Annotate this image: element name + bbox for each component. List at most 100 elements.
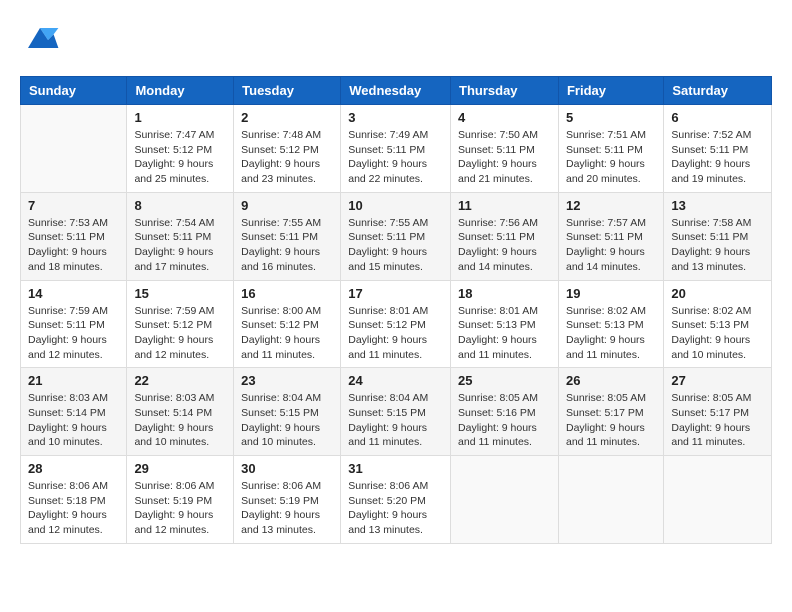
day-cell: 10 Sunrise: 7:55 AMSunset: 5:11 PMDayligh… [341, 192, 451, 280]
day-info: Sunrise: 7:48 AMSunset: 5:12 PMDaylight:… [241, 128, 333, 187]
day-number: 23 [241, 373, 333, 388]
day-number: 16 [241, 286, 333, 301]
day-number: 17 [348, 286, 443, 301]
day-number: 1 [134, 110, 226, 125]
header-sunday: Sunday [21, 77, 127, 105]
day-number: 31 [348, 461, 443, 476]
day-cell: 9 Sunrise: 7:55 AMSunset: 5:11 PMDaylight… [234, 192, 341, 280]
day-info: Sunrise: 8:04 AMSunset: 5:15 PMDaylight:… [241, 391, 333, 450]
day-number: 22 [134, 373, 226, 388]
day-cell: 15 Sunrise: 7:59 AMSunset: 5:12 PMDayligh… [127, 280, 234, 368]
day-number: 3 [348, 110, 443, 125]
day-info: Sunrise: 7:59 AMSunset: 5:12 PMDaylight:… [134, 304, 226, 363]
header-friday: Friday [558, 77, 663, 105]
day-info: Sunrise: 7:49 AMSunset: 5:11 PMDaylight:… [348, 128, 443, 187]
header-wednesday: Wednesday [341, 77, 451, 105]
day-info: Sunrise: 8:00 AMSunset: 5:12 PMDaylight:… [241, 304, 333, 363]
day-info: Sunrise: 8:06 AMSunset: 5:20 PMDaylight:… [348, 479, 443, 538]
header-monday: Monday [127, 77, 234, 105]
day-info: Sunrise: 8:06 AMSunset: 5:19 PMDaylight:… [241, 479, 333, 538]
page-header [20, 20, 772, 60]
day-cell: 4Sunrise: 7:50 AMSunset: 5:11 PMDaylight… [451, 105, 559, 193]
week-row-3: 14Sunrise: 7:59 AMSunset: 5:11 PMDayligh… [21, 280, 772, 368]
day-info: Sunrise: 7:47 AMSunset: 5:12 PMDaylight:… [134, 128, 226, 187]
day-number: 6 [671, 110, 764, 125]
day-info: Sunrise: 7:55 AMSunset: 5:11 PMDaylight:… [241, 216, 333, 275]
header-saturday: Saturday [664, 77, 772, 105]
day-cell: 21 Sunrise: 8:03 AMSunset: 5:14 PMDayligh… [21, 368, 127, 456]
day-cell: 12Sunrise: 7:57 AMSunset: 5:11 PMDayligh… [558, 192, 663, 280]
day-info: Sunrise: 8:02 AMSunset: 5:13 PMDaylight:… [671, 304, 764, 363]
day-number: 7 [28, 198, 119, 213]
day-info: Sunrise: 7:58 AMSunset: 5:11 PMDaylight:… [671, 216, 764, 275]
day-cell [558, 456, 663, 544]
day-number: 29 [134, 461, 226, 476]
day-info: Sunrise: 7:54 AMSunset: 5:11 PMDaylight:… [134, 216, 226, 275]
week-row-5: 28 Sunrise: 8:06 AMSunset: 5:18 PMDayligh… [21, 456, 772, 544]
day-cell: 24Sunrise: 8:04 AMSunset: 5:15 PMDayligh… [341, 368, 451, 456]
day-cell: 6 Sunrise: 7:52 AMSunset: 5:11 PMDaylight… [664, 105, 772, 193]
day-info: Sunrise: 7:56 AMSunset: 5:11 PMDaylight:… [458, 216, 551, 275]
day-cell [451, 456, 559, 544]
day-number: 20 [671, 286, 764, 301]
header-thursday: Thursday [451, 77, 559, 105]
day-info: Sunrise: 8:05 AMSunset: 5:17 PMDaylight:… [671, 391, 764, 450]
day-number: 28 [28, 461, 119, 476]
day-cell: 28 Sunrise: 8:06 AMSunset: 5:18 PMDayligh… [21, 456, 127, 544]
day-cell: 17 Sunrise: 8:01 AMSunset: 5:12 PMDayligh… [341, 280, 451, 368]
day-info: Sunrise: 8:01 AMSunset: 5:12 PMDaylight:… [348, 304, 443, 363]
day-info: Sunrise: 8:06 AMSunset: 5:19 PMDaylight:… [134, 479, 226, 538]
day-cell: 25Sunrise: 8:05 AMSunset: 5:16 PMDayligh… [451, 368, 559, 456]
day-cell: 22 Sunrise: 8:03 AMSunset: 5:14 PMDayligh… [127, 368, 234, 456]
day-number: 15 [134, 286, 226, 301]
day-cell: 29 Sunrise: 8:06 AMSunset: 5:19 PMDayligh… [127, 456, 234, 544]
day-info: Sunrise: 8:06 AMSunset: 5:18 PMDaylight:… [28, 479, 119, 538]
day-number: 21 [28, 373, 119, 388]
logo-icon [20, 20, 60, 60]
day-cell: 31 Sunrise: 8:06 AMSunset: 5:20 PMDayligh… [341, 456, 451, 544]
calendar: SundayMondayTuesdayWednesdayThursdayFrid… [20, 76, 772, 544]
day-cell: 23 Sunrise: 8:04 AMSunset: 5:15 PMDayligh… [234, 368, 341, 456]
day-cell: 5 Sunrise: 7:51 AMSunset: 5:11 PMDaylight… [558, 105, 663, 193]
day-number: 10 [348, 198, 443, 213]
day-cell: 30 Sunrise: 8:06 AMSunset: 5:19 PMDayligh… [234, 456, 341, 544]
week-row-1: 1 Sunrise: 7:47 AMSunset: 5:12 PMDaylight… [21, 105, 772, 193]
day-info: Sunrise: 8:03 AMSunset: 5:14 PMDaylight:… [134, 391, 226, 450]
day-cell: 19 Sunrise: 8:02 AMSunset: 5:13 PMDayligh… [558, 280, 663, 368]
day-number: 30 [241, 461, 333, 476]
day-info: Sunrise: 7:52 AMSunset: 5:11 PMDaylight:… [671, 128, 764, 187]
day-cell: 13 Sunrise: 7:58 AMSunset: 5:11 PMDayligh… [664, 192, 772, 280]
day-cell: 8Sunrise: 7:54 AMSunset: 5:11 PMDaylight… [127, 192, 234, 280]
day-cell [664, 456, 772, 544]
day-info: Sunrise: 8:03 AMSunset: 5:14 PMDaylight:… [28, 391, 119, 450]
day-info: Sunrise: 7:51 AMSunset: 5:11 PMDaylight:… [566, 128, 656, 187]
day-cell: 7Sunrise: 7:53 AMSunset: 5:11 PMDaylight… [21, 192, 127, 280]
day-number: 2 [241, 110, 333, 125]
day-cell: 18Sunrise: 8:01 AMSunset: 5:13 PMDayligh… [451, 280, 559, 368]
day-number: 18 [458, 286, 551, 301]
day-cell: 3 Sunrise: 7:49 AMSunset: 5:11 PMDaylight… [341, 105, 451, 193]
day-number: 12 [566, 198, 656, 213]
day-info: Sunrise: 7:59 AMSunset: 5:11 PMDaylight:… [28, 304, 119, 363]
day-number: 27 [671, 373, 764, 388]
day-number: 13 [671, 198, 764, 213]
day-info: Sunrise: 8:04 AMSunset: 5:15 PMDaylight:… [348, 391, 443, 450]
week-row-4: 21 Sunrise: 8:03 AMSunset: 5:14 PMDayligh… [21, 368, 772, 456]
day-cell [21, 105, 127, 193]
day-cell: 14Sunrise: 7:59 AMSunset: 5:11 PMDayligh… [21, 280, 127, 368]
day-cell: 2 Sunrise: 7:48 AMSunset: 5:12 PMDaylight… [234, 105, 341, 193]
day-number: 9 [241, 198, 333, 213]
day-cell: 16 Sunrise: 8:00 AMSunset: 5:12 PMDayligh… [234, 280, 341, 368]
day-number: 5 [566, 110, 656, 125]
day-info: Sunrise: 8:02 AMSunset: 5:13 PMDaylight:… [566, 304, 656, 363]
day-number: 11 [458, 198, 551, 213]
day-number: 19 [566, 286, 656, 301]
day-info: Sunrise: 7:50 AMSunset: 5:11 PMDaylight:… [458, 128, 551, 187]
day-info: Sunrise: 7:55 AMSunset: 5:11 PMDaylight:… [348, 216, 443, 275]
day-cell: 20 Sunrise: 8:02 AMSunset: 5:13 PMDayligh… [664, 280, 772, 368]
day-cell: 27 Sunrise: 8:05 AMSunset: 5:17 PMDayligh… [664, 368, 772, 456]
day-cell: 26Sunrise: 8:05 AMSunset: 5:17 PMDayligh… [558, 368, 663, 456]
logo [20, 20, 64, 60]
day-cell: 11 Sunrise: 7:56 AMSunset: 5:11 PMDayligh… [451, 192, 559, 280]
week-row-2: 7Sunrise: 7:53 AMSunset: 5:11 PMDaylight… [21, 192, 772, 280]
